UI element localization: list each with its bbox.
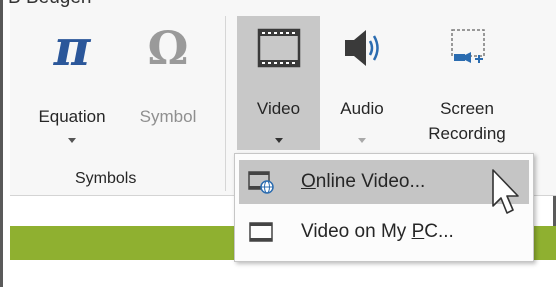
group-separator xyxy=(225,16,226,191)
video-dropdown-caret[interactable] xyxy=(274,138,283,143)
video-label: Video xyxy=(256,99,301,118)
symbols-group-label: Symbols xyxy=(75,170,137,187)
audio-button[interactable]: Audio xyxy=(322,18,402,150)
access-key: P xyxy=(411,221,425,242)
equation-button[interactable]: π Equation xyxy=(22,18,122,158)
access-key: O xyxy=(301,171,316,192)
online-video-icon xyxy=(248,171,274,194)
film-icon xyxy=(249,222,273,242)
label-suffix: nline Video... xyxy=(315,171,426,192)
menu-item-video-on-my-pc[interactable]: Video on My PC... xyxy=(239,210,529,254)
window-left-edge xyxy=(0,0,3,287)
equation-dropdown-caret[interactable] xyxy=(68,138,76,143)
omega-icon: Ω xyxy=(147,21,189,75)
symbol-button[interactable]: Ω Symbol xyxy=(118,18,218,158)
video-button[interactable]: Video xyxy=(237,18,320,150)
screen-recording-label-line2: Recording xyxy=(428,124,506,143)
menu-item-label: Online Video... xyxy=(301,171,425,193)
video-dropdown-menu: Online Video... Video on My PC... xyxy=(234,153,534,262)
label-suffix: C... xyxy=(424,221,454,242)
pi-icon: π xyxy=(53,18,91,77)
speaker-icon xyxy=(345,30,379,66)
audio-dropdown-caret[interactable] xyxy=(358,138,366,143)
symbol-label: Symbol xyxy=(139,107,197,126)
menu-item-label: Video on My PC... xyxy=(301,221,454,243)
equation-label: Equation xyxy=(38,107,106,126)
screen-recording-button[interactable]: Screen Recording xyxy=(412,18,522,150)
partial-text-top: B Beugen xyxy=(8,0,91,9)
menu-item-online-video[interactable]: Online Video... xyxy=(239,160,529,204)
screen-recording-label-line1: Screen xyxy=(440,99,494,118)
screen-recording-icon xyxy=(451,29,485,63)
label-prefix: Video on My xyxy=(301,221,412,242)
film-strip-icon xyxy=(257,28,300,68)
audio-label: Audio xyxy=(340,99,384,118)
mouse-pointer-icon xyxy=(492,169,519,214)
slide-area xyxy=(10,260,556,287)
